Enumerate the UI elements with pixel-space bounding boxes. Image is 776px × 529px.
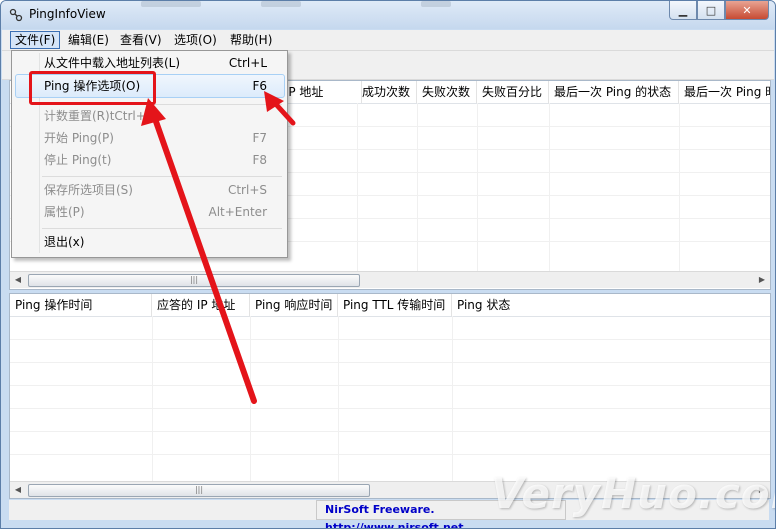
- grid-line: [10, 431, 770, 432]
- shortcut-load-list: Ctrl+L: [228, 56, 267, 70]
- column-header-reply-ip[interactable]: 应答的 IP 地址: [152, 294, 250, 316]
- menu-help[interactable]: 帮助(H): [226, 32, 276, 48]
- column-header-failed[interactable]: 失败次数: [417, 81, 477, 103]
- menu-item-stop-ping[interactable]: 停止 Ping(t): [44, 150, 111, 170]
- column-header-last-time[interactable]: 最后一次 Ping 时: [679, 81, 770, 103]
- app-icon: [9, 8, 23, 22]
- menu-edit[interactable]: 编辑(E): [64, 32, 113, 48]
- menu-item-exit[interactable]: 退出(x): [44, 232, 84, 252]
- scroll-thumb[interactable]: |||: [28, 274, 360, 287]
- column-header-ping-time[interactable]: Ping 操作时间: [10, 294, 152, 316]
- column-header-ttl[interactable]: Ping TTL 传输时间: [338, 294, 452, 316]
- grid-line: [10, 454, 770, 455]
- ghost-text: [261, 1, 301, 7]
- grid-line: [357, 103, 358, 273]
- menu-bar: 文件(F) 编辑(E) 查看(V) 选项(O) 帮助(H): [2, 30, 774, 51]
- menu-item-start-ping[interactable]: 开始 Ping(P): [44, 128, 114, 148]
- annotation-highlight-box: [29, 71, 156, 105]
- grid-line: [338, 316, 339, 481]
- menu-item-save-selected[interactable]: 保存所选项目(S): [44, 180, 133, 200]
- scroll-thumb[interactable]: |||: [28, 484, 370, 497]
- column-header-success[interactable]: 成功次数: [357, 81, 417, 103]
- menu-item-properties[interactable]: 属性(P): [44, 202, 85, 222]
- app-window: PingInfoView ▁ □ ✕ 文件(F) 编辑(E) 查看(V) 选项(…: [0, 0, 776, 529]
- shortcut-start-ping: F7: [252, 131, 267, 145]
- scroll-right-arrow-icon[interactable]: ▶: [754, 272, 770, 288]
- grid-line: [10, 385, 770, 386]
- grid-line: [10, 408, 770, 409]
- ghost-text: [421, 1, 451, 7]
- menu-separator: [42, 176, 282, 177]
- grid-line: [152, 316, 153, 481]
- column-header-ping-status[interactable]: Ping 状态: [452, 294, 770, 316]
- title-bar[interactable]: PingInfoView ▁ □ ✕: [1, 1, 775, 29]
- top-horizontal-scrollbar[interactable]: ◀ ||| ▶: [10, 271, 770, 288]
- ghost-text: [141, 1, 201, 7]
- menu-options[interactable]: 选项(O): [170, 32, 221, 48]
- window-title: PingInfoView: [29, 7, 106, 21]
- scroll-left-arrow-icon[interactable]: ◀: [10, 272, 26, 288]
- shortcut-stop-ping: F8: [252, 153, 267, 167]
- menu-file[interactable]: 文件(F): [10, 31, 61, 49]
- grid-line: [549, 103, 550, 273]
- shortcut-properties: Alt+Enter: [208, 205, 267, 219]
- grid-line: [10, 362, 770, 363]
- shortcut-save-selected: Ctrl+S: [227, 183, 267, 197]
- column-header-fail-percent[interactable]: 失败百分比: [477, 81, 549, 103]
- grid-line: [250, 316, 251, 481]
- grid-line: [452, 316, 453, 481]
- menu-separator: [42, 228, 282, 229]
- ping-log-header: Ping 操作时间 应答的 IP 地址 Ping 响应时间 Ping TTL 传…: [10, 294, 770, 317]
- menu-view[interactable]: 查看(V): [116, 32, 166, 48]
- menu-item-load-list[interactable]: 从文件中载入地址列表(L): [44, 53, 180, 73]
- grid-line: [679, 103, 680, 273]
- watermark: VeryHuo.com: [491, 469, 775, 518]
- minimize-button[interactable]: ▁: [669, 1, 697, 20]
- grid-line: [477, 103, 478, 273]
- window-controls: ▁ □ ✕: [669, 1, 769, 20]
- maximize-button[interactable]: □: [697, 1, 725, 20]
- menu-item-reset-counts[interactable]: 计数重置(R)tCtrl+R: [44, 106, 154, 126]
- column-header-response-time[interactable]: Ping 响应时间: [250, 294, 338, 316]
- column-header-last-status[interactable]: 最后一次 Ping 的状态: [549, 81, 679, 103]
- grid-line: [417, 103, 418, 273]
- grid-line: [10, 339, 770, 340]
- close-button[interactable]: ✕: [725, 1, 769, 20]
- scroll-left-arrow-icon[interactable]: ◀: [10, 482, 26, 498]
- shortcut-ping-options: F6: [252, 79, 267, 93]
